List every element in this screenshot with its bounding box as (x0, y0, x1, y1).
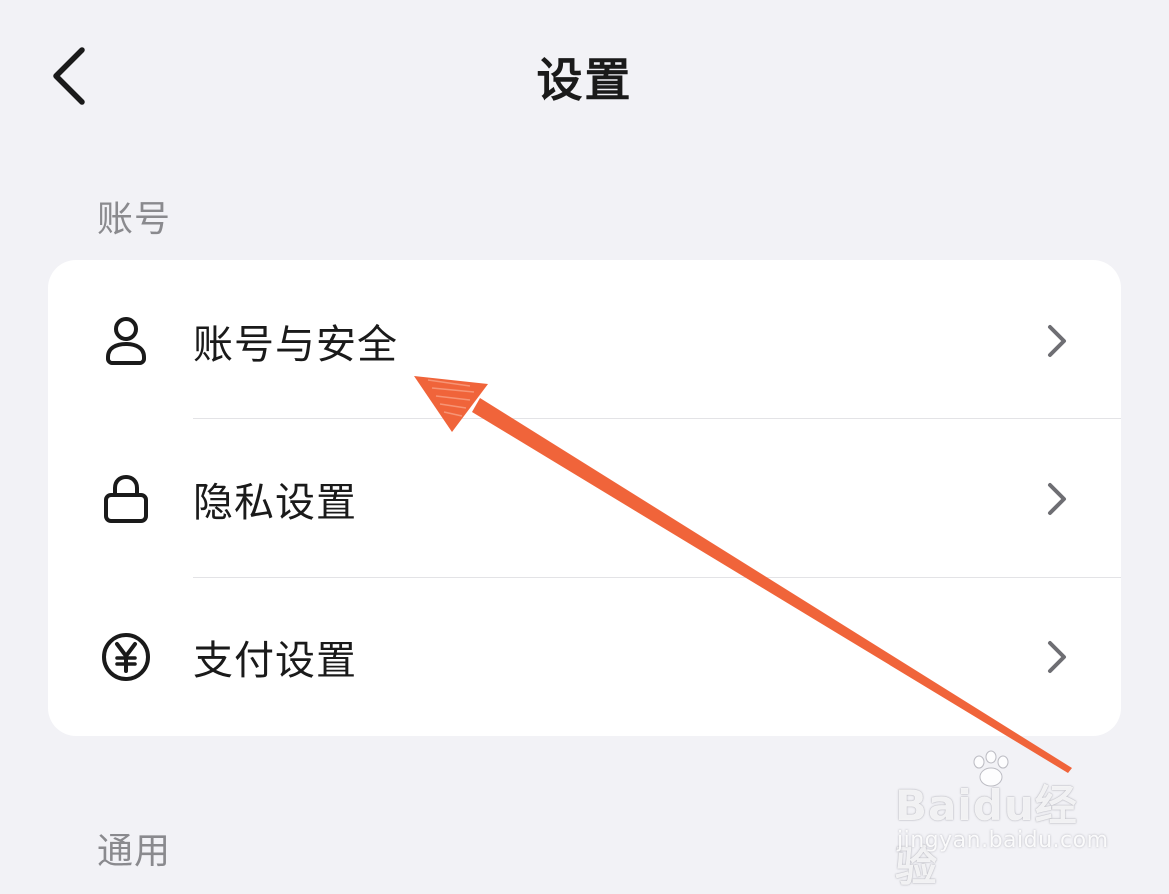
settings-item-account-security[interactable]: 账号与安全 (48, 262, 1121, 420)
lock-icon (104, 474, 148, 523)
section-label-general: 通用 (97, 831, 172, 872)
account-settings-card: 账号与安全 隐私设置 支付设置 (48, 260, 1121, 736)
chevron-right-icon (1048, 641, 1066, 673)
baidu-jingyan-watermark: Baidu经验 jingyan.baidu.com (895, 750, 1115, 891)
settings-item-label: 支付设置 (193, 638, 357, 684)
page-title: 设置 (536, 53, 633, 107)
watermark-url: jingyan.baidu.com (897, 828, 1109, 853)
settings-item-label: 账号与安全 (193, 322, 398, 368)
settings-item-label: 隐私设置 (193, 480, 357, 526)
yen-circle-icon (102, 633, 150, 681)
chevron-right-icon (1048, 325, 1066, 357)
chevron-right-icon (1048, 483, 1066, 515)
header-bar: 设置 (0, 0, 1169, 150)
person-icon (106, 317, 146, 365)
section-label-account: 账号 (97, 199, 172, 240)
divider (193, 418, 1121, 419)
settings-item-privacy[interactable]: 隐私设置 (48, 420, 1121, 578)
settings-item-payment[interactable]: 支付设置 (48, 578, 1121, 736)
